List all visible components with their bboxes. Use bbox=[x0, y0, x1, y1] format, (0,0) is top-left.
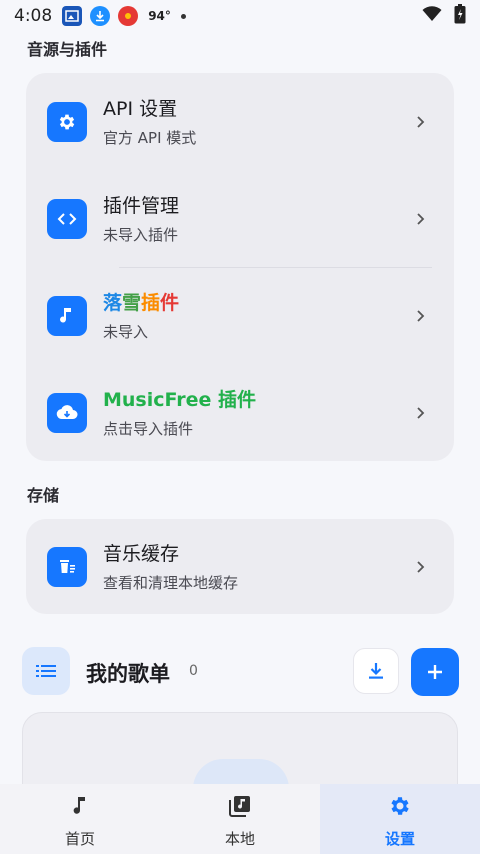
section-title-storage: 存储 bbox=[27, 486, 60, 505]
gear-icon bbox=[47, 101, 87, 142]
battery-icon bbox=[454, 3, 466, 29]
download-icon bbox=[369, 663, 383, 679]
api-settings-subtitle: 官方 API 模式 bbox=[103, 128, 197, 147]
import-playlist-button[interactable] bbox=[353, 648, 399, 694]
more-notifications-dot bbox=[180, 13, 186, 19]
app-notification-icon bbox=[118, 6, 139, 26]
library-icon bbox=[228, 794, 252, 818]
my-playlists-header: 我的歌单 0 bbox=[0, 645, 480, 701]
plugin-management-title: 插件管理 bbox=[103, 194, 180, 217]
chevron-right-icon bbox=[417, 115, 425, 128]
playlist-list-icon[interactable] bbox=[22, 647, 70, 695]
code-icon bbox=[47, 198, 87, 239]
wifi-icon bbox=[422, 5, 442, 27]
chevron-right-icon bbox=[417, 309, 425, 322]
nav-home[interactable]: 首页 bbox=[0, 784, 160, 854]
bottom-navigation: 首页 本地 设置 bbox=[0, 784, 480, 854]
chevron-right-icon bbox=[417, 212, 425, 225]
plus-icon bbox=[428, 665, 442, 679]
nav-settings[interactable]: 设置 bbox=[320, 784, 480, 854]
storage-card: 音乐缓存 查看和清理本地缓存 bbox=[26, 519, 454, 614]
add-playlist-button[interactable] bbox=[411, 648, 459, 696]
api-settings-title: API 设置 bbox=[103, 97, 178, 120]
musicfree-plugin-title: MusicFree 插件 bbox=[103, 388, 257, 411]
musicfree-plugin-subtitle: 点击导入插件 bbox=[103, 419, 194, 438]
section-title-sources: 音源与插件 bbox=[27, 40, 108, 59]
status-bar: 4:08 94° bbox=[0, 0, 480, 32]
music-cache-subtitle: 查看和清理本地缓存 bbox=[103, 573, 239, 592]
chevron-right-icon bbox=[417, 560, 425, 573]
nav-local[interactable]: 本地 bbox=[160, 784, 320, 854]
music-cache-row[interactable]: 音乐缓存 查看和清理本地缓存 bbox=[26, 519, 454, 614]
chevron-right-icon bbox=[417, 406, 425, 419]
gallery-notification-icon bbox=[62, 6, 83, 26]
api-settings-row[interactable]: API 设置 官方 API 模式 bbox=[26, 73, 454, 170]
nav-local-label: 本地 bbox=[224, 830, 255, 848]
plugin-management-subtitle: 未导入插件 bbox=[103, 225, 179, 244]
status-temperature: 94° bbox=[148, 9, 171, 23]
luoxue-plugin-subtitle: 未导入 bbox=[103, 322, 149, 341]
luoxue-plugin-row[interactable]: 落雪插件 未导入 bbox=[26, 267, 454, 364]
sources-card: API 设置 官方 API 模式 插件管理 未导入插件 落雪插件 未导入 Mus… bbox=[26, 73, 454, 461]
music-note-icon bbox=[68, 794, 92, 818]
gear-icon bbox=[388, 794, 412, 818]
download-notification-icon bbox=[90, 6, 111, 26]
music-cache-title: 音乐缓存 bbox=[103, 542, 180, 565]
musicfree-plugin-row[interactable]: MusicFree 插件 点击导入插件 bbox=[26, 364, 454, 461]
playlist-count: 0 bbox=[189, 663, 198, 679]
luoxue-plugin-title: 落雪插件 bbox=[103, 291, 180, 314]
nav-home-label: 首页 bbox=[64, 830, 95, 848]
my-playlists-title: 我的歌单 bbox=[86, 662, 170, 686]
nav-settings-label: 设置 bbox=[384, 830, 415, 848]
trash-icon bbox=[47, 546, 87, 587]
cloud-download-icon bbox=[47, 392, 87, 433]
status-time: 4:08 bbox=[14, 6, 53, 26]
plugin-management-row[interactable]: 插件管理 未导入插件 bbox=[26, 170, 454, 267]
music-note-icon bbox=[47, 295, 87, 336]
